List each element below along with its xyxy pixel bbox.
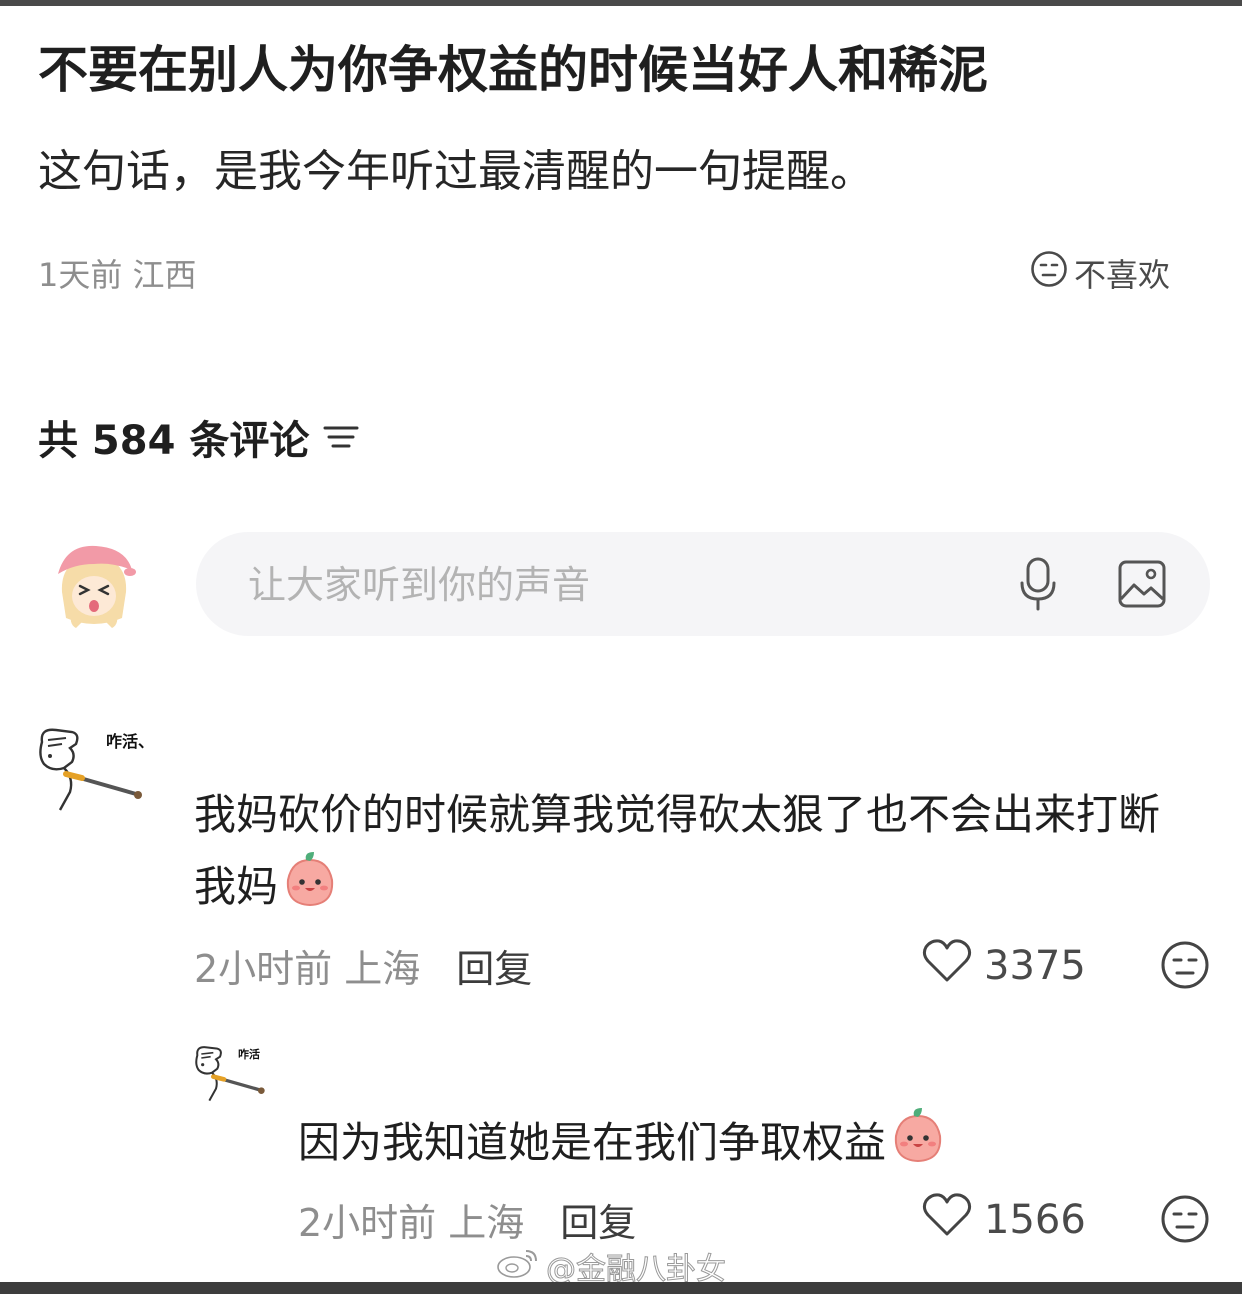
dislike-label: 不喜欢 — [1074, 256, 1171, 294]
like-button[interactable]: 1566 — [922, 1192, 1086, 1248]
like-count: 3375 — [984, 943, 1086, 989]
comment-meta: 2小时前 上海 回复 — [194, 938, 532, 993]
like-count: 1566 — [984, 1197, 1086, 1243]
heart-icon — [922, 938, 972, 994]
comment-input[interactable] — [246, 554, 970, 616]
weibo-logo-icon — [496, 1245, 540, 1287]
avatar-caption: 咋活、 — [106, 732, 155, 751]
peach-emoji-icon — [890, 1106, 946, 1185]
post-dislike-button[interactable]: 不喜欢 — [1030, 250, 1170, 296]
peach-emoji-icon — [282, 850, 338, 929]
avatar-caption: 咋活 — [238, 1048, 260, 1061]
mic-icon[interactable] — [1016, 554, 1060, 614]
comment-text-content: 因为我知道她是在我们争取权益 — [298, 1118, 887, 1167]
comment-text: 因为我知道她是在我们争取权益 — [298, 1106, 1198, 1185]
comment-time-location: 2小时前 上海 — [298, 1201, 525, 1245]
comment-text: 我妈砍价的时候就算我觉得砍太狠了也不会出来打断我妈 — [194, 780, 1194, 929]
comment-dislike-icon[interactable] — [1160, 1194, 1210, 1248]
comment-text-content: 我妈砍价的时候就算我觉得砍太狠了也不会出来打断我妈 — [194, 790, 1161, 911]
my-avatar[interactable] — [52, 540, 136, 628]
comments-header: 共 584 条评论 — [38, 408, 359, 466]
comment-dislike-icon[interactable] — [1160, 940, 1210, 994]
bottom-border — [0, 1282, 1242, 1294]
like-button[interactable]: 3375 — [922, 938, 1086, 994]
comment-meta: 2小时前 上海 回复 — [298, 1192, 636, 1247]
sort-icon[interactable] — [323, 422, 359, 452]
heart-icon — [922, 1192, 972, 1248]
comment-count: 共 584 条评论 — [38, 418, 310, 464]
reply-button[interactable]: 回复 — [456, 938, 532, 993]
comment-time-location: 2小时前 上海 — [194, 947, 421, 991]
reply-button[interactable]: 回复 — [560, 1192, 636, 1247]
image-icon[interactable] — [1116, 558, 1168, 610]
post-body: 这句话，是我今年听过最清醒的一句提醒。 — [38, 146, 874, 197]
comment-input-bar — [196, 532, 1210, 636]
post-meta: 1天前 江西 — [38, 256, 197, 294]
post-title: 不要在别人为你争权益的时候当好人和稀泥 — [38, 41, 988, 99]
top-border — [0, 0, 1242, 6]
dislike-face-icon — [1030, 250, 1068, 296]
